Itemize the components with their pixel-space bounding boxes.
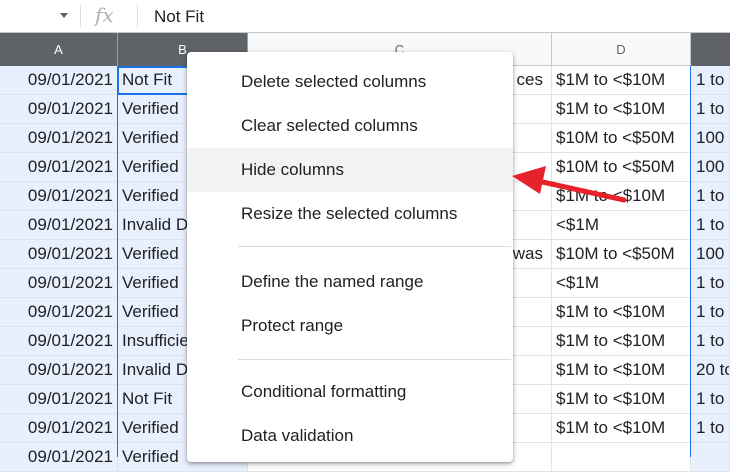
annotation-arrow-icon	[512, 166, 627, 203]
